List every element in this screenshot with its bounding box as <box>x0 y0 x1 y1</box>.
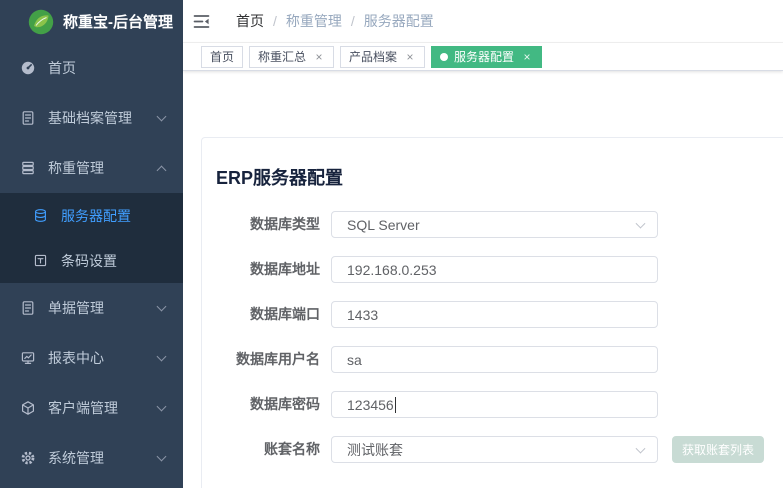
db-port-input[interactable]: 1433 <box>331 301 658 328</box>
app-root: 称重宝-后台管理 首页 基础档案管理 称重管理 <box>0 0 783 488</box>
chevron-up-icon <box>157 165 167 175</box>
db-password-row: 数据库密码 123456 <box>216 391 772 418</box>
sidebar: 称重宝-后台管理 首页 基础档案管理 称重管理 <box>0 0 183 488</box>
sidebar-item-system-management[interactable]: 系统管理 <box>0 433 183 483</box>
leaf-logo-icon <box>28 9 54 35</box>
erp-config-card: ERP服务器配置 数据库类型 SQL Server 数据库地址 192.168.… <box>201 137 783 488</box>
main-area: 首页 / 称重管理 / 服务器配置 首页 称重汇总 产品档案 服务器配置 <box>183 0 783 488</box>
tags-view-bar: 首页 称重汇总 产品档案 服务器配置 <box>183 43 783 71</box>
page-content: ERP服务器配置 数据库类型 SQL Server 数据库地址 192.168.… <box>183 71 783 488</box>
db-password-input[interactable]: 123456 <box>331 391 658 418</box>
sidebar-item-label: 称重管理 <box>48 158 104 178</box>
db-port-value: 1433 <box>347 307 378 323</box>
db-type-value: SQL Server <box>347 217 420 233</box>
select-chevron-icon <box>636 218 646 228</box>
app-logo: 称重宝-后台管理 <box>0 0 183 43</box>
sidebar-item-label: 报表中心 <box>48 348 104 368</box>
breadcrumb-home[interactable]: 首页 <box>236 11 264 31</box>
db-type-row: 数据库类型 SQL Server <box>216 211 772 238</box>
db-password-value: 123456 <box>347 397 394 413</box>
db-password-label: 数据库密码 <box>216 391 320 418</box>
app-title: 称重宝-后台管理 <box>63 11 173 32</box>
db-address-value: 192.168.0.253 <box>347 262 437 278</box>
sidebar-subitem-label: 条码设置 <box>61 251 117 271</box>
active-tab-dot <box>440 53 448 61</box>
tab-weighing-summary[interactable]: 称重汇总 <box>249 46 334 68</box>
tab-close-icon[interactable] <box>404 51 416 63</box>
db-username-input[interactable]: sa <box>331 346 658 373</box>
db-type-select[interactable]: SQL Server <box>331 211 658 238</box>
server-icon <box>20 160 36 176</box>
tab-product-archives[interactable]: 产品档案 <box>340 46 425 68</box>
db-username-row: 数据库用户名 sa <box>216 346 772 373</box>
sidebar-item-home[interactable]: 首页 <box>0 43 183 93</box>
sidebar-item-client-management[interactable]: 客户端管理 <box>0 383 183 433</box>
db-username-value: sa <box>347 352 362 368</box>
hamburger-icon[interactable] <box>193 13 210 30</box>
breadcrumb: 首页 / 称重管理 / 服务器配置 <box>236 11 434 31</box>
tab-close-icon[interactable] <box>313 51 325 63</box>
cube-icon <box>20 400 36 416</box>
sidebar-subitem-server-config[interactable]: 服务器配置 <box>0 193 183 238</box>
account-set-select[interactable]: 测试账套 <box>331 436 658 463</box>
barcode-text-icon <box>33 253 48 268</box>
db-port-label: 数据库端口 <box>216 301 320 328</box>
chevron-down-icon <box>157 401 167 411</box>
sidebar-item-label: 基础档案管理 <box>48 108 132 128</box>
top-navbar: 首页 / 称重管理 / 服务器配置 <box>183 0 783 43</box>
bill-icon <box>20 300 36 316</box>
db-username-label: 数据库用户名 <box>216 346 320 373</box>
report-monitor-icon <box>20 350 36 366</box>
tab-label: 首页 <box>210 48 234 65</box>
account-set-label: 账套名称 <box>216 436 320 463</box>
text-caret <box>395 397 396 413</box>
tab-home[interactable]: 首页 <box>201 46 243 68</box>
page-title: ERP服务器配置 <box>216 164 772 190</box>
sidebar-item-label: 系统管理 <box>48 448 104 468</box>
db-port-row: 数据库端口 1433 <box>216 301 772 328</box>
gear-icon <box>20 450 36 466</box>
select-chevron-icon <box>636 443 646 453</box>
db-address-row: 数据库地址 192.168.0.253 <box>216 256 772 283</box>
db-type-label: 数据库类型 <box>216 211 320 238</box>
sidebar-item-report-center[interactable]: 报表中心 <box>0 333 183 383</box>
sidebar-subitem-label: 服务器配置 <box>61 206 131 226</box>
fetch-account-list-button[interactable]: 获取账套列表 <box>672 436 764 463</box>
sidebar-subitem-barcode-settings[interactable]: 条码设置 <box>0 238 183 283</box>
chevron-down-icon <box>157 451 167 461</box>
breadcrumb-weighing-management: 称重管理 <box>286 11 342 31</box>
breadcrumb-separator: / <box>351 13 355 29</box>
tab-label: 产品档案 <box>349 48 397 65</box>
db-address-input[interactable]: 192.168.0.253 <box>331 256 658 283</box>
tab-label: 称重汇总 <box>258 48 306 65</box>
tab-label: 服务器配置 <box>454 48 514 65</box>
sidebar-item-label: 客户端管理 <box>48 398 118 418</box>
breadcrumb-separator: / <box>273 13 277 29</box>
sidebar-item-label: 单据管理 <box>48 298 104 318</box>
tab-server-config[interactable]: 服务器配置 <box>431 46 542 68</box>
sidebar-item-basic-archives[interactable]: 基础档案管理 <box>0 93 183 143</box>
weighing-submenu: 服务器配置 条码设置 <box>0 193 183 283</box>
chevron-down-icon <box>157 301 167 311</box>
account-set-row: 账套名称 测试账套 获取账套列表 <box>216 436 772 463</box>
document-icon <box>20 110 36 126</box>
chevron-down-icon <box>157 111 167 121</box>
sidebar-item-label: 首页 <box>48 58 76 78</box>
account-set-value: 测试账套 <box>347 440 403 460</box>
breadcrumb-server-config: 服务器配置 <box>364 11 434 31</box>
sidebar-item-orders-management[interactable]: 单据管理 <box>0 283 183 333</box>
db-address-label: 数据库地址 <box>216 256 320 283</box>
sidebar-item-weighing-management[interactable]: 称重管理 <box>0 143 183 193</box>
database-icon <box>33 208 48 223</box>
tab-close-icon[interactable] <box>521 51 533 63</box>
chevron-down-icon <box>157 351 167 361</box>
dashboard-icon <box>20 60 36 76</box>
